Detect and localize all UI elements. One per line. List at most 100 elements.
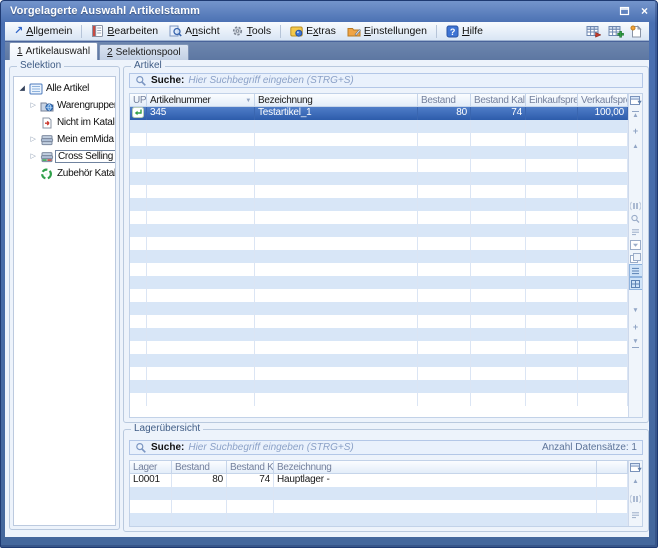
tree-item-warengruppen[interactable]: ▷Warengruppen — [14, 97, 115, 114]
grid-view-icon[interactable] — [630, 278, 642, 289]
menu-item-einstellungen[interactable]: Einstellungen — [342, 24, 432, 38]
column-header-bestand[interactable]: Bestand — [172, 461, 227, 474]
table-row-empty[interactable] — [130, 224, 628, 237]
cascade-windows-icon[interactable] — [630, 252, 642, 263]
table-row-empty[interactable] — [130, 500, 628, 513]
scroll-bottom-icon[interactable]: ▼ — [630, 338, 642, 349]
expander-collapsed-icon[interactable]: ▷ — [28, 136, 38, 143]
restore-button[interactable] — [618, 5, 631, 17]
table-row-empty[interactable] — [130, 198, 628, 211]
column-header-bezeichnung[interactable]: Bezeichnung — [274, 461, 597, 474]
lager-search-input[interactable]: Hier Suchbegriff eingeben (STRG+S) — [188, 442, 353, 453]
tab-artikelauswahl[interactable]: 1Artikelauswahl — [9, 42, 98, 60]
cell-bestand-kalk — [471, 354, 526, 367]
tree-item-mein-emmida[interactable]: ▷Mein emMida — [14, 131, 115, 148]
column-header-blank[interactable] — [597, 461, 628, 474]
column-header-up[interactable]: UP — [130, 94, 147, 107]
tab-selektionspool[interactable]: 2Selektionspool — [99, 44, 189, 60]
cell-einkaufspreis — [526, 159, 578, 172]
table-row-empty[interactable] — [130, 185, 628, 198]
table-row-empty[interactable] — [130, 341, 628, 354]
column-chooser-button[interactable] — [630, 462, 642, 473]
menu-item-extras[interactable]: Extras — [285, 24, 341, 38]
artikel-scrollbar[interactable]: ▲ + ▲ ▼ + ▼ — [628, 94, 642, 417]
cell-bestand-kalk — [227, 513, 274, 526]
table-row-empty[interactable] — [130, 328, 628, 341]
list-icon — [27, 83, 44, 95]
scroll-top-icon[interactable]: ▲ — [630, 110, 642, 121]
menu-item-ansicht[interactable]: Ansicht — [164, 24, 224, 38]
cell-bezeichnung — [255, 211, 418, 224]
column-header-lager[interactable]: Lager — [130, 461, 172, 474]
table-row-empty[interactable] — [130, 237, 628, 250]
artikel-scroll-bottom-buttons: ▼ + ▼ — [629, 306, 642, 349]
table-row-empty[interactable] — [130, 302, 628, 315]
table-row-empty[interactable] — [130, 263, 628, 276]
table-red-arrow-icon[interactable] — [586, 25, 602, 38]
expander-collapsed-icon[interactable]: ▷ — [28, 102, 38, 109]
table-row-empty[interactable] — [130, 120, 628, 133]
close-button[interactable]: × — [638, 5, 651, 17]
scroll-up-icon[interactable]: ▲ — [630, 477, 642, 488]
new-page-icon[interactable] — [630, 25, 642, 38]
table-row-empty[interactable] — [130, 513, 628, 526]
magnifier-icon[interactable] — [630, 213, 642, 224]
table-row-empty[interactable] — [130, 159, 628, 172]
table-row-empty[interactable] — [130, 487, 628, 500]
column-header-artikelnummer[interactable]: Artikelnummer▼ — [147, 94, 255, 107]
table-row-empty[interactable] — [130, 367, 628, 380]
menu-item-tools[interactable]: Tools — [226, 24, 277, 38]
column-header-bestand-kalk[interactable]: Bestand Kalk. — [471, 94, 526, 107]
dropdown-box-icon[interactable] — [630, 239, 642, 250]
title-bar[interactable]: Vorgelagerte Auswahl Artikelstamm × — [1, 1, 657, 22]
table-row-empty[interactable] — [130, 146, 628, 159]
text-lines-icon[interactable] — [630, 509, 642, 520]
table-row-empty[interactable] — [130, 380, 628, 393]
menu-item-bearbeiten[interactable]: Bearbeiten — [86, 24, 163, 38]
column-header-bestand-kalk[interactable]: Bestand Kalk. — [227, 461, 274, 474]
table-row-empty[interactable] — [130, 276, 628, 289]
list-view-icon[interactable] — [630, 265, 642, 276]
scroll-down-icon[interactable]: ▼ — [630, 525, 642, 527]
column-header-einkaufspreis[interactable]: Einkaufspreis — [526, 94, 578, 107]
table-row-empty[interactable] — [130, 133, 628, 146]
scroll-down-icon[interactable]: ▼ — [630, 306, 642, 317]
scroll-up-icon[interactable]: ▲ — [630, 142, 642, 153]
table-row-empty[interactable] — [130, 250, 628, 263]
column-header-verkaufspreis[interactable]: Verkaufspreis — [578, 94, 628, 107]
expander-expanded-icon[interactable]: ◢ — [17, 85, 27, 92]
scroll-plus-icon[interactable]: + — [630, 126, 642, 137]
table-row-empty[interactable] — [130, 354, 628, 367]
cell-bezeichnung — [255, 289, 418, 302]
table-row-empty[interactable] — [130, 315, 628, 328]
column-header-bezeichnung[interactable]: Bezeichnung — [255, 94, 418, 107]
table-row-empty[interactable] — [130, 393, 628, 406]
tree-item-nicht-im-katalog[interactable]: Nicht im Katalog — [14, 114, 115, 131]
expander-collapsed-icon[interactable]: ▷ — [28, 153, 38, 160]
cell-verkaufspreis — [578, 211, 628, 224]
cell-bezeichnung — [255, 328, 418, 341]
tree-item-cross-selling-katalog[interactable]: ▷Cross Selling Katalog — [14, 148, 115, 165]
cell-bestand — [418, 354, 471, 367]
table-row[interactable]: L00018074Hauptlager - — [130, 474, 628, 487]
table-green-plus-icon[interactable] — [608, 25, 624, 38]
pause-icon[interactable] — [630, 493, 642, 504]
column-header-label: Lager — [133, 462, 157, 473]
lager-scrollbar[interactable]: ▲▼ — [628, 461, 642, 526]
cell-bezeichnung — [255, 302, 418, 315]
column-chooser-button[interactable] — [630, 95, 642, 106]
column-header-bestand[interactable]: Bestand — [418, 94, 471, 107]
table-row-empty[interactable] — [130, 172, 628, 185]
tree-item-alle-artikel[interactable]: ◢Alle Artikel — [14, 80, 115, 97]
cell-bestand — [418, 393, 471, 406]
artikel-search-input[interactable]: Hier Suchbegriff eingeben (STRG+S) — [188, 75, 353, 86]
text-lines-icon[interactable] — [630, 226, 642, 237]
menu-item-allgemein[interactable]: ↗Allgemein — [9, 24, 77, 38]
pause-icon[interactable] — [630, 200, 642, 211]
menu-item-hilfe[interactable]: ?Hilfe — [441, 24, 488, 39]
table-row[interactable]: 345Testartikel_18074100,00 — [130, 107, 628, 120]
tree-item-zubeh-r-katalog[interactable]: Zubehör Katalog — [14, 165, 115, 182]
table-row-empty[interactable] — [130, 289, 628, 302]
table-row-empty[interactable] — [130, 211, 628, 224]
scroll-plus-icon[interactable]: + — [630, 322, 642, 333]
